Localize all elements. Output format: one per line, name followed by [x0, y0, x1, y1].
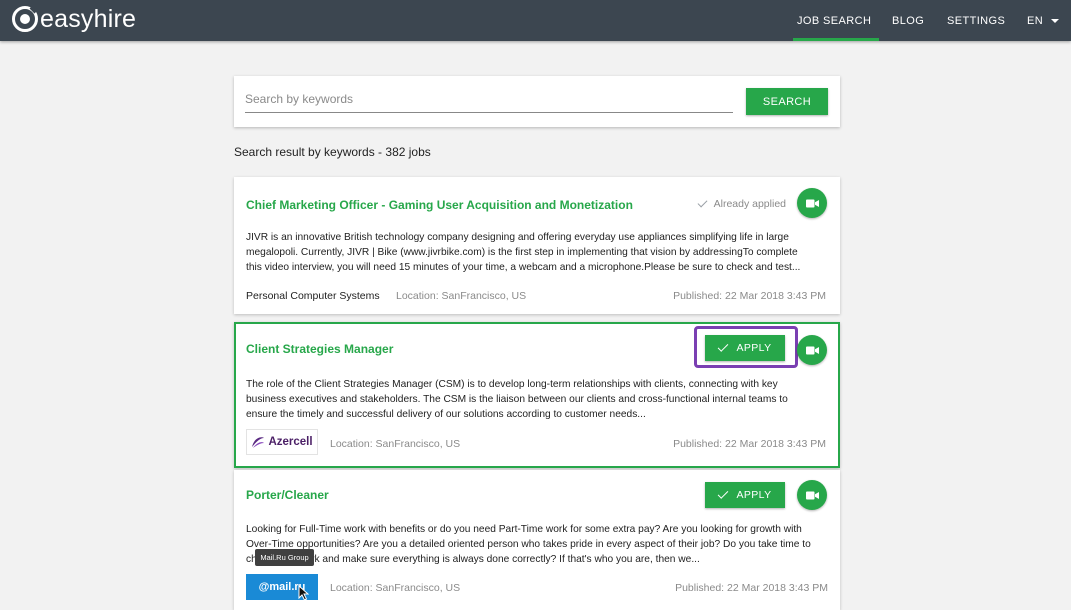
- video-interview-button[interactable]: [797, 335, 827, 365]
- apply-button[interactable]: APPLY: [705, 335, 785, 361]
- video-camera-icon: [805, 491, 819, 499]
- published-date: Published: 22 Mar 2018 3:43 PM: [673, 438, 826, 450]
- company-logo-azercell: Azercell: [246, 429, 318, 455]
- apply-label: APPLY: [736, 342, 772, 354]
- nav-settings-label: SETTINGS: [947, 14, 1006, 27]
- video-interview-button[interactable]: [797, 480, 827, 510]
- job-card[interactable]: Porter/Cleaner APPLY Looking for Full-Ti…: [234, 470, 840, 610]
- job-location: Location: SanFrancisco, US: [330, 582, 461, 594]
- search-input[interactable]: [245, 86, 733, 113]
- job-title[interactable]: Porter/Cleaner: [246, 488, 329, 502]
- job-title[interactable]: Chief Marketing Officer - Gaming User Ac…: [246, 198, 633, 212]
- job-description: The role of the Client Strategies Manage…: [246, 379, 788, 420]
- video-interview-button[interactable]: [797, 188, 827, 218]
- brand-name: easyhire: [40, 4, 137, 33]
- nav-job-search-label: JOB SEARCH: [793, 0, 880, 41]
- nav-blog-label: BLOG: [892, 14, 925, 27]
- job-description: JIVR is an innovative British technology…: [246, 232, 801, 273]
- job-card-selected[interactable]: Client Strategies Manager APPLY The role…: [234, 322, 840, 468]
- company-name: Personal Computer Systems: [246, 290, 380, 302]
- check-icon: [718, 488, 729, 499]
- nav-settings[interactable]: SETTINGS: [947, 0, 1005, 41]
- caret-down-icon: [1051, 18, 1060, 23]
- azercell-logo-icon: [252, 436, 265, 448]
- already-applied-status: Already applied: [697, 197, 786, 210]
- result-summary: Search result by keywords - 382 jobs: [234, 145, 431, 159]
- language-label: EN: [1027, 14, 1044, 27]
- search-panel: SEARCH: [234, 76, 840, 127]
- apply-label: APPLY: [736, 489, 772, 501]
- published-date: Published: 22 Mar 2018 3:43 PM: [673, 290, 826, 302]
- video-camera-icon: [805, 346, 819, 354]
- top-navigation-bar: easyhire JOB SEARCH BLOG SETTINGS EN: [0, 0, 1071, 41]
- language-selector[interactable]: EN: [1027, 0, 1060, 41]
- company-logo-text: Azercell: [268, 436, 313, 448]
- job-card[interactable]: Chief Marketing Officer - Gaming User Ac…: [234, 177, 840, 314]
- brand-logo-icon: [12, 6, 38, 32]
- company-tooltip: Mail.Ru Group: [255, 549, 314, 566]
- job-description: Looking for Full-Time work with benefits…: [246, 524, 811, 565]
- nav-blog[interactable]: BLOG: [892, 0, 924, 41]
- brand-logo[interactable]: easyhire: [12, 5, 136, 33]
- search-button[interactable]: SEARCH: [746, 88, 828, 115]
- check-icon: [718, 341, 729, 352]
- mouse-cursor-icon: [298, 585, 309, 601]
- job-title[interactable]: Client Strategies Manager: [246, 342, 393, 356]
- check-icon: [697, 197, 708, 208]
- video-camera-icon: [805, 199, 819, 207]
- apply-button[interactable]: APPLY: [705, 482, 785, 508]
- job-location: Location: SanFrancisco, US: [330, 438, 461, 450]
- already-applied-label: Already applied: [713, 198, 786, 210]
- published-date: Published: 22 Mar 2018 3:43 PM: [675, 582, 828, 594]
- job-location: Location: SanFrancisco, US: [396, 290, 527, 302]
- nav-job-search[interactable]: JOB SEARCH: [793, 0, 880, 41]
